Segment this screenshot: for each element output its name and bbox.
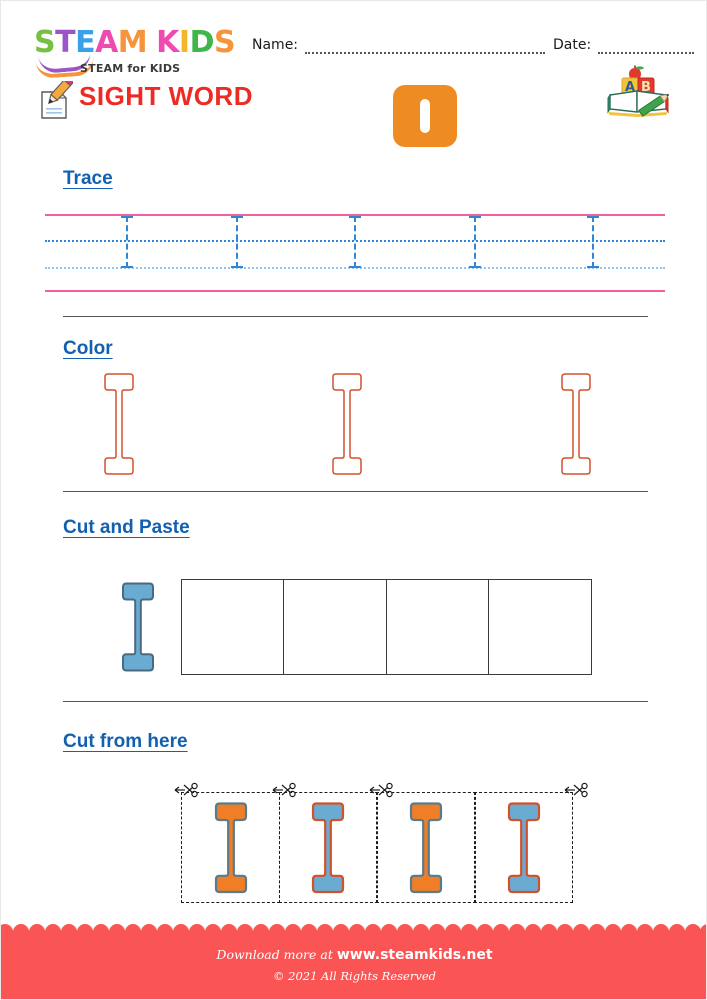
abc-book-icon: A B <box>607 65 670 117</box>
pencil-paper-icon <box>31 75 75 121</box>
sight-word-letter-badge <box>393 85 457 147</box>
scissors-icon <box>271 781 297 801</box>
name-label: Name: <box>252 37 299 53</box>
cut-and-paste-sample-letter <box>119 582 157 672</box>
scissors-icon <box>368 781 394 801</box>
cut-letter-4 <box>505 802 543 894</box>
letter-badge-glyph <box>420 99 430 133</box>
paste-box-1[interactable] <box>181 579 285 675</box>
date-input[interactable] <box>598 52 694 54</box>
divider-cut-from-here <box>63 701 648 702</box>
section-heading-color: Color <box>63 338 113 359</box>
cut-letter-1 <box>212 802 250 894</box>
steam-kids-logo: STEAM KIDS STEAM for KIDS <box>34 25 239 80</box>
section-heading-cut-from-here: Cut from here <box>63 731 188 752</box>
color-letter-3[interactable] <box>554 373 598 475</box>
page-footer: Download more at www.steamkids.net © 202… <box>1 924 706 999</box>
cut-cell-3[interactable] <box>369 782 476 903</box>
cut-cell-2[interactable] <box>272 782 378 903</box>
paste-box-3[interactable] <box>385 579 490 675</box>
cut-and-paste-boxes <box>181 579 593 675</box>
cut-from-here-area <box>174 782 588 903</box>
color-activity-area <box>63 373 648 475</box>
name-input[interactable] <box>305 52 545 54</box>
divider-color <box>63 316 648 317</box>
trace-letter-2[interactable] <box>231 216 243 268</box>
footer-download-line: Download more at www.steamkids.net <box>1 947 706 963</box>
logo-letter-a: A <box>95 25 118 60</box>
trace-letter-4[interactable] <box>469 216 481 268</box>
worksheet-page: STEAM KIDS STEAM for KIDS Name: Date: SI… <box>0 0 707 1000</box>
color-letter-2[interactable] <box>325 373 369 475</box>
trace-letter-5[interactable] <box>587 216 599 268</box>
paste-box-4[interactable] <box>488 579 593 675</box>
section-heading-trace: Trace <box>63 168 113 189</box>
trace-letter-3[interactable] <box>349 216 361 268</box>
section-heading-cut-and-paste: Cut and Paste <box>63 517 190 538</box>
cut-cell-1[interactable] <box>174 782 281 903</box>
scissors-icon <box>563 781 589 801</box>
page-header: STEAM KIDS STEAM for KIDS Name: Date: SI… <box>1 1 706 151</box>
footer-url[interactable]: www.steamkids.net <box>337 947 493 963</box>
divider-cut-and-paste <box>63 491 648 492</box>
cut-and-paste-area <box>63 579 648 675</box>
trace-letter-1[interactable] <box>121 216 133 268</box>
paste-box-2[interactable] <box>283 579 388 675</box>
footer-scallop-edge <box>1 924 706 940</box>
footer-download-prefix: Download more at <box>216 947 333 962</box>
cut-letter-2 <box>309 802 347 894</box>
color-letter-1[interactable] <box>97 373 141 475</box>
trace-rule-bottom <box>45 290 665 292</box>
page-title: SIGHT WORD <box>79 81 253 111</box>
cut-letter-3 <box>407 802 445 894</box>
footer-copyright: © 2021 All Rights Reserved <box>272 969 436 983</box>
logo-letter-i: I <box>178 25 190 60</box>
logo-tagline: STEAM for KIDS <box>80 62 181 75</box>
logo-letter-s1: S <box>34 25 56 60</box>
trace-practice-area[interactable] <box>45 214 665 292</box>
logo-letter-d: D <box>189 25 215 60</box>
date-label: Date: <box>553 37 592 53</box>
logo-letter-s2: S <box>213 25 236 60</box>
logo-letter-k: K <box>156 25 179 60</box>
name-date-row: Name: Date: <box>252 37 694 59</box>
scissors-icon <box>173 781 199 801</box>
cut-cell-4[interactable] <box>473 782 588 903</box>
logo-letter-m: M <box>117 25 148 60</box>
